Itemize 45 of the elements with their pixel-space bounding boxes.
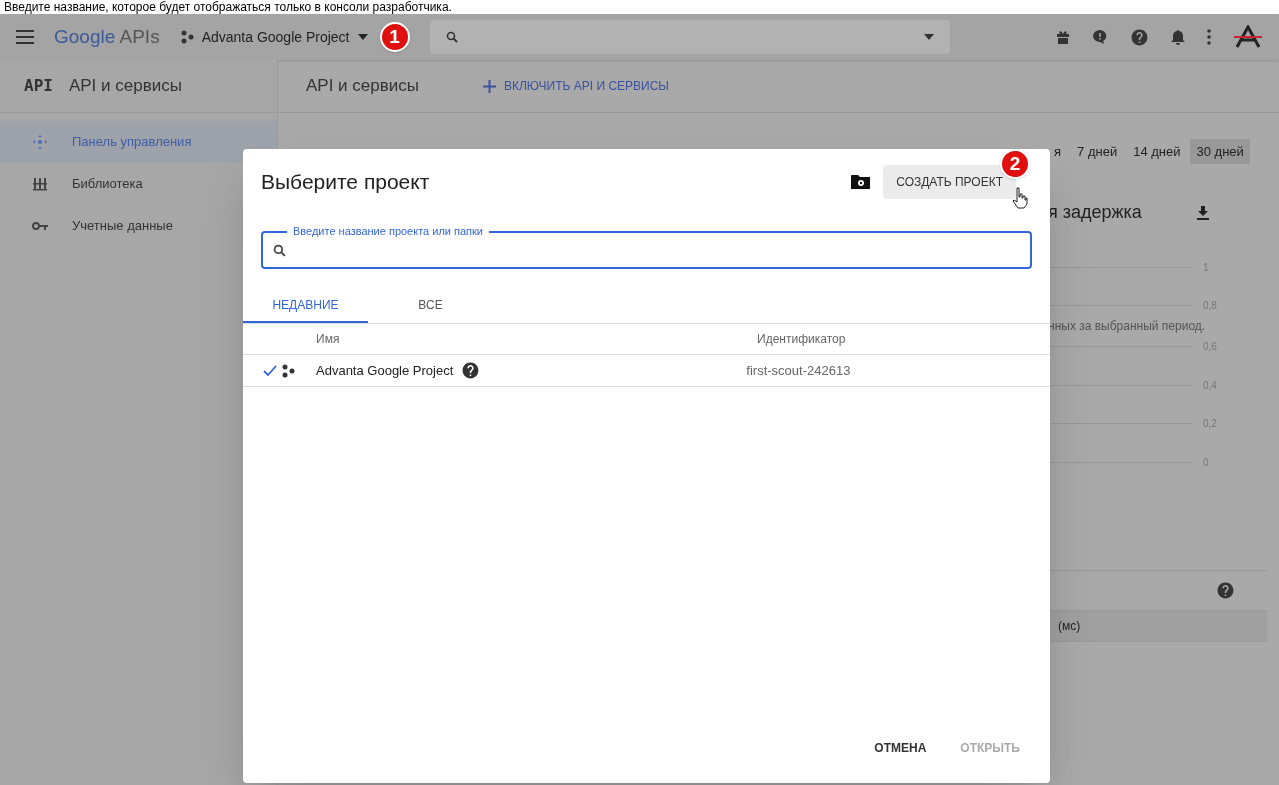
- dialog-title: Выберите проект: [261, 169, 430, 196]
- api-label: API: [24, 75, 53, 97]
- search-field[interactable]: [429, 20, 950, 54]
- avatar-icon[interactable]: [1233, 25, 1263, 49]
- column-header: Имя: [316, 331, 341, 348]
- search-icon: [273, 243, 286, 257]
- table-header-cell-text: (мс): [1058, 617, 1081, 635]
- page-title: API и сервисы: [306, 75, 419, 98]
- column-header: Идентификатор: [757, 331, 846, 348]
- caption-text: Введите название, которое будет отображаться только в консоли разработчика.: [4, 1, 452, 13]
- search-icon: [445, 31, 458, 43]
- key-icon: [32, 221, 48, 231]
- caret-icon: [357, 34, 368, 40]
- feedback-icon[interactable]: [1092, 29, 1108, 45]
- time-range-tab[interactable]: 14 дней: [1127, 139, 1187, 164]
- project-row[interactable]: Advanta Google Project first-scout-242613: [243, 355, 1050, 387]
- time-range-tab[interactable]: 7 дней: [1071, 139, 1124, 164]
- dialog-tab[interactable]: ВСЕ: [368, 288, 493, 323]
- hand-cursor-icon: [1012, 187, 1028, 209]
- number-badge: 2: [1000, 149, 1030, 179]
- folder-settings-icon[interactable]: [851, 174, 872, 190]
- project-icon: [179, 30, 194, 44]
- time-range-tab[interactable]: 30 дней: [1190, 139, 1250, 164]
- time-range-tab[interactable]: я: [1048, 139, 1068, 164]
- download-icon[interactable]: [1197, 205, 1209, 220]
- project-icon: [281, 363, 295, 378]
- help-icon: [1130, 27, 1149, 47]
- library-icon: [33, 176, 47, 192]
- number-badge: 1: [379, 22, 410, 52]
- app-logo: Google APIs: [54, 24, 160, 49]
- plus-icon: [483, 79, 496, 93]
- dashboard-icon: [32, 134, 48, 150]
- project-selector[interactable]: Advanta Google Project: [179, 26, 368, 48]
- bell-icon[interactable]: [1171, 29, 1185, 45]
- dialog-tab[interactable]: НЕДАВНИЕ: [243, 288, 368, 323]
- more-icon[interactable]: [1207, 29, 1211, 45]
- gift-icon[interactable]: [1056, 30, 1070, 44]
- project-id: first-scout-242613: [746, 361, 851, 380]
- menu-icon[interactable]: [16, 30, 34, 44]
- sidebar-title: API и сервисы: [68, 75, 182, 98]
- help-icon: [1216, 580, 1235, 600]
- caret-icon: [923, 34, 934, 40]
- dialog-button[interactable]: ОТМЕНА: [874, 739, 927, 757]
- help-icon: [461, 361, 481, 380]
- project-name: Advanta Google Project: [316, 361, 454, 380]
